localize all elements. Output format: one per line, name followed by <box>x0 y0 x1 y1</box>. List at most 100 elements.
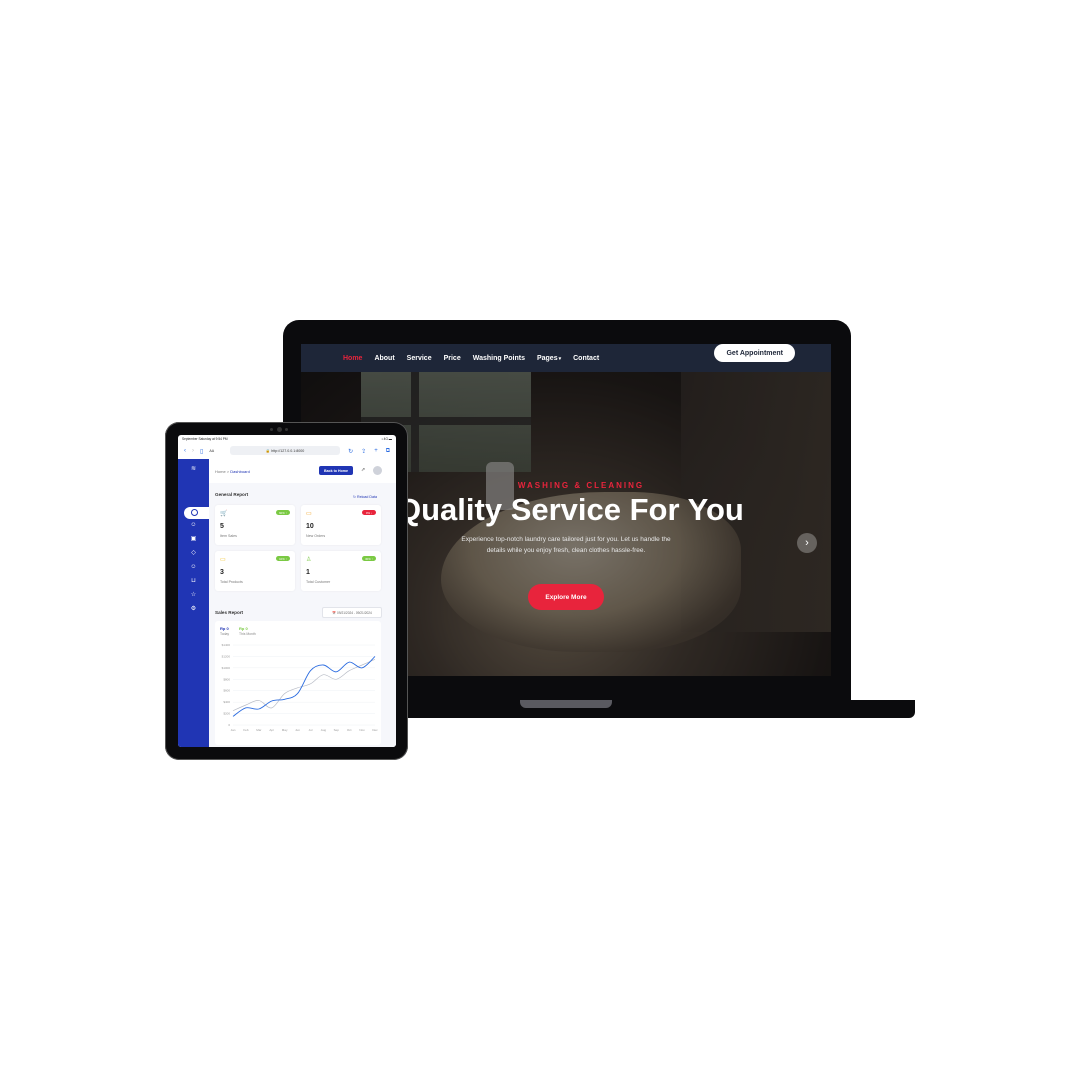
y-tick-label: 0 <box>228 723 230 727</box>
back-to-home-button[interactable]: Back to Home <box>319 466 353 475</box>
tablet-camera <box>277 427 282 432</box>
status-badge: 0% ↓ <box>362 510 376 515</box>
customers-icon[interactable]: ☺ <box>189 563 198 572</box>
laptop-notch <box>520 700 612 708</box>
status-badge: 10% ↑ <box>276 556 290 561</box>
home-icon <box>191 509 198 516</box>
breadcrumb-current: Dashboard <box>230 469 250 474</box>
sales-report-title: Sales Report <box>215 610 244 615</box>
nav-price[interactable]: Price <box>444 355 461 362</box>
x-tick-label: Mar <box>256 728 261 732</box>
x-tick-label: Jul <box>309 728 313 732</box>
stat-label: Total Products <box>220 580 243 584</box>
y-tick-label: $1000 <box>222 666 231 670</box>
tabs-icon[interactable]: ⧉ <box>386 448 390 455</box>
y-tick-label: $1400 <box>222 643 231 647</box>
nav-pages-label: Pages <box>536 354 558 362</box>
reload-data-label: Reload Data <box>357 495 377 499</box>
logo-icon: ≋ <box>190 466 197 472</box>
tag-icon[interactable]: ◇ <box>189 549 198 558</box>
status-badge: 60% ↑ <box>276 510 290 515</box>
stat-label: Total Customer <box>306 580 331 584</box>
stat-value: 10 <box>306 523 314 530</box>
url-bar[interactable]: 🔒 http://127.0.0.1:8000 <box>230 446 340 455</box>
reader-mode-label[interactable]: AA <box>209 449 214 453</box>
reload-icon[interactable]: ↻ <box>348 448 353 455</box>
new-tab-icon[interactable]: + <box>374 448 378 454</box>
stat-label: New Orders <box>306 534 326 538</box>
date-range-picker[interactable]: 📅 09/21/2024 - 09/21/2024 <box>322 607 382 618</box>
stat-value: 1 <box>306 569 310 576</box>
sales-line-chart: 0 $200 $400 $600 $800 $1000 $1200 $1400 Jan Feb Ma… <box>222 643 379 732</box>
get-appointment-button[interactable]: Get Appointment <box>714 344 795 362</box>
stat-value: 3 <box>220 569 224 576</box>
user-icon: ♙ <box>306 557 312 563</box>
star-icon[interactable]: ☆ <box>189 591 198 600</box>
chevron-down-icon: ▾ <box>558 355 562 362</box>
nav-service[interactable]: Service <box>407 355 432 362</box>
reload-data-link[interactable]: ↻ Reload Data <box>353 495 377 499</box>
users-icon[interactable]: ☺ <box>189 521 198 530</box>
carousel-next-icon[interactable]: › <box>797 533 817 553</box>
x-tick-label: Dec <box>372 728 378 732</box>
monitor-icon: ▭ <box>220 557 226 563</box>
x-tick-label: Aug <box>321 728 327 732</box>
today-sales-label: Today <box>220 632 230 636</box>
notification-icon[interactable]: ⇗ <box>361 467 365 473</box>
stat-value: 5 <box>220 523 224 530</box>
explore-more-button[interactable]: Explore More <box>528 584 604 610</box>
x-tick-label: Nov <box>359 728 365 732</box>
sidebar-item-dashboard[interactable] <box>184 507 210 519</box>
stat-card-new-orders: ▭ 0% ↓ 10 New Orders <box>301 505 381 545</box>
cart-icon[interactable]: ⊔ <box>189 577 198 586</box>
status-time: September Saturday at 9:54 PM <box>182 437 228 441</box>
breadcrumb: Home > Dashboard <box>215 469 250 474</box>
y-tick-label: $800 <box>223 677 230 681</box>
dashboard-topbar: Home > Dashboard Back to Home ⇗ <box>209 459 396 483</box>
dashboard-sidebar: ≋ ☺ ▣ ◇ ☺ ⊔ ☆ ⚙ <box>178 459 210 747</box>
card-icon: ▭ <box>306 511 312 517</box>
sidebar-toggle-icon[interactable]: ▯ <box>200 448 203 455</box>
share-icon[interactable]: ⇪ <box>361 448 366 455</box>
status-indicators: ▪ 4G ▬ <box>381 437 392 441</box>
settings-icon[interactable]: ⚙ <box>189 605 198 614</box>
tablet-sensor <box>270 428 273 431</box>
x-tick-label: Jan <box>231 728 236 732</box>
x-tick-label: Feb <box>243 728 249 732</box>
nav-washing-points[interactable]: Washing Points <box>473 355 525 362</box>
today-sales-value: Rp 0 <box>220 626 229 631</box>
x-tick-label: May <box>282 728 288 732</box>
y-tick-label: $1200 <box>222 654 231 658</box>
dashboard-main: Home > Dashboard Back to Home ⇗ General … <box>209 459 396 747</box>
x-tick-label: Jun <box>295 728 300 732</box>
nav-pages[interactable]: Pages▾ <box>537 355 561 362</box>
general-report-title: General Report <box>215 492 249 497</box>
tablet-sensor <box>285 428 288 431</box>
nav-home[interactable]: Home <box>343 355 362 362</box>
cart-icon: 🛒 <box>220 511 228 517</box>
x-tick-label: Sep <box>334 728 340 732</box>
browser-toolbar: ‹ › ▯ AA 🔒 http://127.0.0.1:8000 ↻ ⇪ + ⧉ <box>178 444 396 458</box>
x-tick-label: Oct <box>347 728 352 732</box>
stat-label: Item Sales <box>220 534 237 538</box>
hero-description: Experience top-notch laundry care tailor… <box>461 536 671 554</box>
month-sales-label: This Month <box>239 632 256 636</box>
avatar[interactable] <box>373 466 382 475</box>
nav-contact[interactable]: Contact <box>573 355 599 362</box>
back-arrow-icon[interactable]: ‹ <box>184 448 186 454</box>
tablet-screen: September Saturday at 9:54 PM ▪ 4G ▬ ‹ ›… <box>178 435 396 747</box>
series-line <box>232 658 376 712</box>
breadcrumb-home[interactable]: Home <box>215 469 226 474</box>
y-tick-label: $400 <box>223 700 230 704</box>
hero-title: Quality Service For You <box>397 492 744 527</box>
stat-card-total-products: ▭ 10% ↑ 3 Total Products <box>215 551 295 591</box>
box-icon[interactable]: ▣ <box>189 535 198 544</box>
browser-actions: ↻ ⇪ + ⧉ <box>340 444 390 458</box>
stat-card-item-sales: 🛒 60% ↑ 5 Item Sales <box>215 505 295 545</box>
y-tick-label: $600 <box>223 689 230 693</box>
forward-arrow-icon[interactable]: › <box>192 448 194 454</box>
series-line <box>232 656 376 717</box>
month-sales-value: Rp 0 <box>239 626 248 631</box>
site-navbar: Home About Service Price Washing Points … <box>301 344 831 372</box>
nav-about[interactable]: About <box>374 355 394 362</box>
